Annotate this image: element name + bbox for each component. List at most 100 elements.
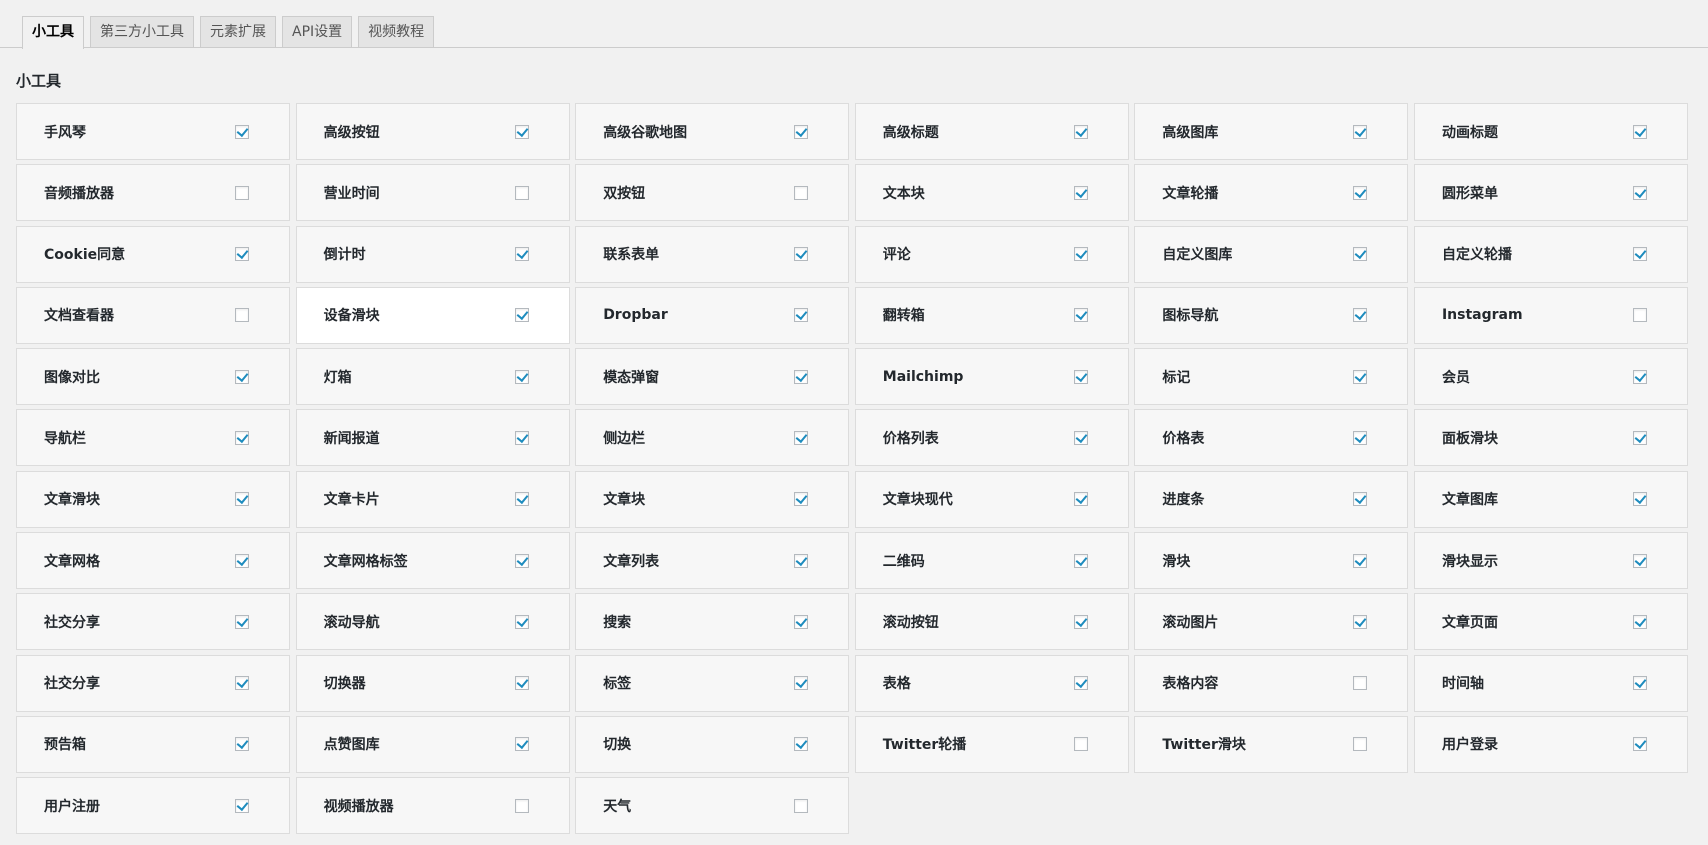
widget-toggle-row[interactable]: 面板滑块 [1413, 409, 1688, 467]
widget-toggle-row[interactable]: 预告箱 [16, 715, 290, 773]
widget-toggle-row[interactable]: 设备滑块 [295, 286, 570, 344]
widget-toggle-row[interactable]: 图像对比 [16, 348, 290, 406]
widget-toggle-row[interactable]: Instagram [1413, 286, 1688, 344]
widget-checkbox[interactable] [1353, 185, 1368, 200]
widget-toggle-row[interactable]: Mailchimp [854, 348, 1129, 406]
widget-toggle-row[interactable]: 标记 [1134, 348, 1409, 406]
widget-toggle-row[interactable]: 文章网格标签 [295, 532, 570, 590]
widget-toggle-row[interactable]: 进度条 [1134, 470, 1409, 528]
tab-3[interactable]: 元素扩展 [200, 16, 276, 47]
widget-checkbox[interactable] [235, 247, 249, 262]
widget-checkbox[interactable] [794, 430, 809, 445]
widget-checkbox[interactable] [1073, 369, 1088, 384]
widget-checkbox[interactable] [1353, 737, 1368, 752]
widget-checkbox[interactable] [1353, 614, 1368, 629]
widget-toggle-row[interactable]: 天气 [575, 777, 850, 835]
widget-checkbox[interactable] [1073, 676, 1088, 691]
widget-checkbox[interactable] [514, 553, 529, 568]
widget-checkbox[interactable] [1073, 553, 1088, 568]
widget-toggle-row[interactable]: 圆形菜单 [1413, 164, 1688, 222]
widget-checkbox[interactable] [514, 798, 529, 813]
widget-toggle-row[interactable]: 价格列表 [854, 409, 1129, 467]
widget-toggle-row[interactable]: 模态弹窗 [575, 348, 850, 406]
widget-toggle-row[interactable]: 图标导航 [1134, 286, 1409, 344]
widget-checkbox[interactable] [794, 676, 809, 691]
widget-toggle-row[interactable]: 文本块 [854, 164, 1129, 222]
widget-checkbox[interactable] [514, 124, 529, 139]
widget-toggle-row[interactable]: 高级标题 [854, 103, 1129, 160]
widget-toggle-row[interactable]: 文章轮播 [1134, 164, 1409, 222]
widget-checkbox[interactable] [1632, 308, 1647, 323]
tab-5[interactable]: 视频教程 [358, 16, 435, 47]
widget-toggle-row[interactable]: 标签 [575, 654, 850, 712]
widget-checkbox[interactable] [235, 308, 249, 323]
widget-checkbox[interactable] [794, 124, 809, 139]
widget-toggle-row[interactable]: 文章页面 [1413, 593, 1688, 651]
widget-checkbox[interactable] [235, 553, 249, 568]
widget-checkbox[interactable] [794, 737, 809, 752]
widget-toggle-row[interactable]: 新闻报道 [295, 409, 570, 467]
widget-checkbox[interactable] [514, 369, 529, 384]
widget-checkbox[interactable] [1353, 676, 1368, 691]
widget-checkbox[interactable] [235, 798, 249, 813]
widget-checkbox[interactable] [1073, 737, 1088, 752]
widget-checkbox[interactable] [235, 676, 249, 691]
widget-toggle-row[interactable]: 滚动按钮 [854, 593, 1129, 651]
widget-checkbox[interactable] [514, 737, 529, 752]
widget-checkbox[interactable] [794, 308, 809, 323]
widget-toggle-row[interactable]: 文档查看器 [16, 286, 290, 344]
widget-toggle-row[interactable]: 切换器 [295, 654, 570, 712]
widget-toggle-row[interactable]: 高级按钮 [295, 103, 570, 160]
widget-checkbox[interactable] [1353, 124, 1368, 139]
widget-toggle-row[interactable]: 会员 [1413, 348, 1688, 406]
widget-checkbox[interactable] [1632, 676, 1647, 691]
tab-2[interactable]: 第三方小工具 [90, 16, 194, 47]
widget-checkbox[interactable] [235, 614, 249, 629]
widget-toggle-row[interactable]: 滚动图片 [1134, 593, 1409, 651]
tab-1[interactable]: 小工具 [22, 16, 84, 49]
widget-toggle-row[interactable]: 切换 [575, 715, 850, 773]
widget-checkbox[interactable] [1073, 492, 1088, 507]
widget-toggle-row[interactable]: 文章图库 [1413, 470, 1688, 528]
widget-checkbox[interactable] [1073, 124, 1088, 139]
widget-checkbox[interactable] [1632, 185, 1647, 200]
widget-checkbox[interactable] [1073, 185, 1088, 200]
widget-toggle-row[interactable]: 手风琴 [16, 103, 290, 160]
widget-checkbox[interactable] [514, 614, 529, 629]
widget-toggle-row[interactable]: 文章卡片 [295, 470, 570, 528]
widget-checkbox[interactable] [1353, 492, 1368, 507]
widget-toggle-row[interactable]: 滚动导航 [295, 593, 570, 651]
widget-checkbox[interactable] [1632, 124, 1647, 139]
widget-toggle-row[interactable]: 视频播放器 [295, 777, 570, 835]
widget-toggle-row[interactable]: 用户登录 [1413, 715, 1688, 773]
widget-toggle-row[interactable]: 表格 [854, 654, 1129, 712]
widget-checkbox[interactable] [794, 492, 809, 507]
widget-toggle-row[interactable]: 社交分享 [16, 593, 290, 651]
widget-toggle-row[interactable]: 高级谷歌地图 [575, 103, 850, 160]
tab-4[interactable]: API设置 [282, 16, 353, 47]
widget-toggle-row[interactable]: 灯箱 [295, 348, 570, 406]
widget-toggle-row[interactable]: Cookie同意 [16, 225, 290, 283]
widget-toggle-row[interactable]: 营业时间 [295, 164, 570, 222]
widget-toggle-row[interactable]: 倒计时 [295, 225, 570, 283]
widget-toggle-row[interactable]: 文章网格 [16, 532, 290, 590]
widget-checkbox[interactable] [1353, 430, 1368, 445]
widget-checkbox[interactable] [794, 247, 809, 262]
widget-toggle-row[interactable]: 评论 [854, 225, 1129, 283]
widget-toggle-row[interactable]: 动画标题 [1413, 103, 1688, 160]
widget-toggle-row[interactable]: 搜索 [575, 593, 850, 651]
widget-checkbox[interactable] [235, 492, 249, 507]
widget-checkbox[interactable] [1353, 247, 1368, 262]
widget-checkbox[interactable] [235, 185, 249, 200]
widget-checkbox[interactable] [794, 614, 809, 629]
widget-toggle-row[interactable]: 音频播放器 [16, 164, 290, 222]
widget-checkbox[interactable] [1632, 247, 1647, 262]
widget-toggle-row[interactable]: 高级图库 [1134, 103, 1409, 160]
widget-checkbox[interactable] [1073, 308, 1088, 323]
widget-toggle-row[interactable]: 文章块 [575, 470, 850, 528]
widget-toggle-row[interactable]: 社交分享 [16, 654, 290, 712]
widget-checkbox[interactable] [514, 185, 529, 200]
widget-checkbox[interactable] [514, 676, 529, 691]
widget-toggle-row[interactable]: 导航栏 [16, 409, 290, 467]
widget-toggle-row[interactable]: 滑块显示 [1413, 532, 1688, 590]
